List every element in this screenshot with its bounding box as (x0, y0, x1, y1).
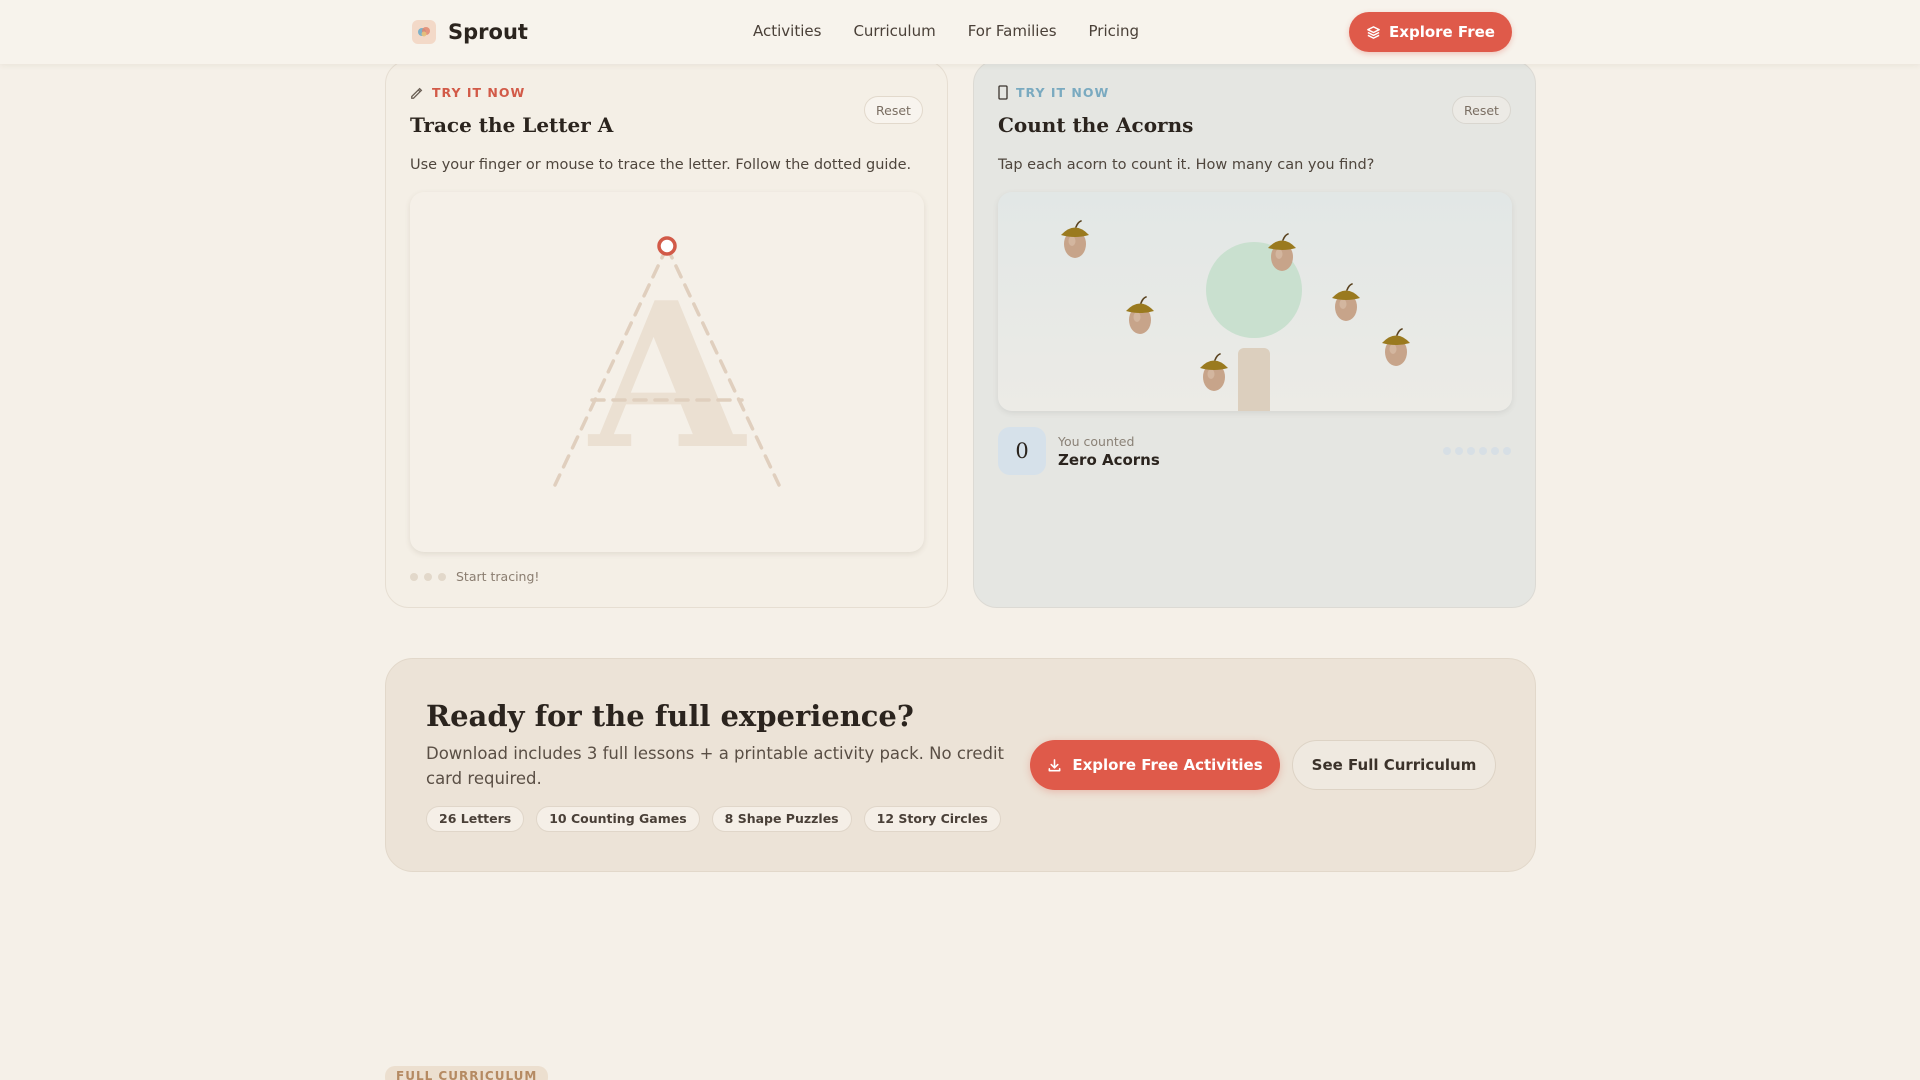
count-label: You counted (1058, 433, 1135, 449)
phone-icon (998, 85, 1008, 100)
progress-dot (1467, 447, 1475, 455)
count-progress-dots (1443, 447, 1511, 455)
pencil-icon (411, 87, 423, 99)
count-card-description: Tap each acorn to count it. How many can… (998, 157, 1375, 173)
sprout-logo-icon (412, 20, 436, 44)
count-number-badge: 0 (998, 427, 1046, 475)
trace-card-description: Use your finger or mouse to trace the le… (410, 157, 912, 173)
nav-pricing[interactable]: Pricing (1089, 22, 1140, 40)
chip-letters: 26 Letters (426, 806, 525, 832)
count-result: 0 You counted Zero Acorns (998, 427, 1160, 475)
count-value: Zero Acorns (1058, 450, 1160, 469)
progress-dot (1479, 447, 1487, 455)
status-dot (424, 572, 432, 581)
explore-free-button[interactable]: Explore Free (1349, 12, 1512, 52)
trace-reset-button[interactable]: Reset (864, 96, 923, 124)
guide-letter: A (587, 259, 747, 494)
tree-trunk (1238, 348, 1270, 411)
see-full-curriculum-button[interactable]: See Full Curriculum (1292, 740, 1496, 790)
status-dot (438, 572, 446, 581)
main-nav: Activities Curriculum For Families Prici… (753, 22, 1139, 40)
brand-logo[interactable]: Sprout (412, 20, 528, 44)
trace-letter-card: TRY IT NOW Trace the Letter A Reset Use … (385, 60, 948, 608)
chip-counting-games: 10 Counting Games (536, 806, 700, 832)
trace-eyebrow: TRY IT NOW (410, 85, 525, 100)
trace-status: Start tracing! (410, 569, 539, 584)
explore-free-label: Explore Free (1389, 23, 1495, 41)
progress-dot (1503, 447, 1511, 455)
count-eyebrow: TRY IT NOW (998, 85, 1109, 100)
count-reset-button[interactable]: Reset (1452, 96, 1511, 124)
tracing-canvas[interactable]: A (410, 192, 924, 552)
status-dot (410, 572, 418, 581)
brand-name: Sprout (448, 20, 528, 44)
trace-eyebrow-label: TRY IT NOW (432, 85, 526, 100)
count-acorns-card: TRY IT NOW Count the Acorns Reset Tap ea… (973, 60, 1536, 608)
progress-dot (1491, 447, 1499, 455)
acorn-scene (998, 192, 1512, 411)
chip-shape-puzzles: 8 Shape Puzzles (711, 806, 852, 832)
nav-curriculum[interactable]: Curriculum (853, 22, 935, 40)
explore-free-activities-label: Explore Free Activities (1072, 756, 1263, 774)
trace-status-text: Start tracing! (456, 569, 540, 584)
progress-dot (1455, 447, 1463, 455)
cta-title: Ready for the full experience? (426, 699, 914, 733)
download-icon (1048, 758, 1061, 771)
count-card-title: Count the Acorns (998, 113, 1194, 137)
nav-activities[interactable]: Activities (753, 22, 821, 40)
nav-for-families[interactable]: For Families (968, 22, 1057, 40)
cta-description: Download includes 3 full lessons + a pri… (426, 744, 1005, 788)
count-eyebrow-label: TRY IT NOW (1016, 85, 1110, 100)
trace-start-point[interactable] (657, 236, 677, 256)
trace-card-title: Trace the Letter A (410, 113, 614, 137)
progress-dot (1443, 447, 1451, 455)
cta-banner: Ready for the full experience? Download … (385, 658, 1536, 872)
explore-free-activities-button[interactable]: Explore Free Activities (1030, 740, 1280, 790)
feature-chips: 26 Letters 10 Counting Games 8 Shape Puz… (426, 806, 1001, 832)
chip-story-circles: 12 Story Circles (863, 806, 1001, 832)
layers-icon (1367, 25, 1380, 39)
site-header: Sprout Activities Curriculum For Familie… (0, 0, 1920, 64)
full-curriculum-tag: FULL CURRICULUM (385, 1066, 549, 1080)
